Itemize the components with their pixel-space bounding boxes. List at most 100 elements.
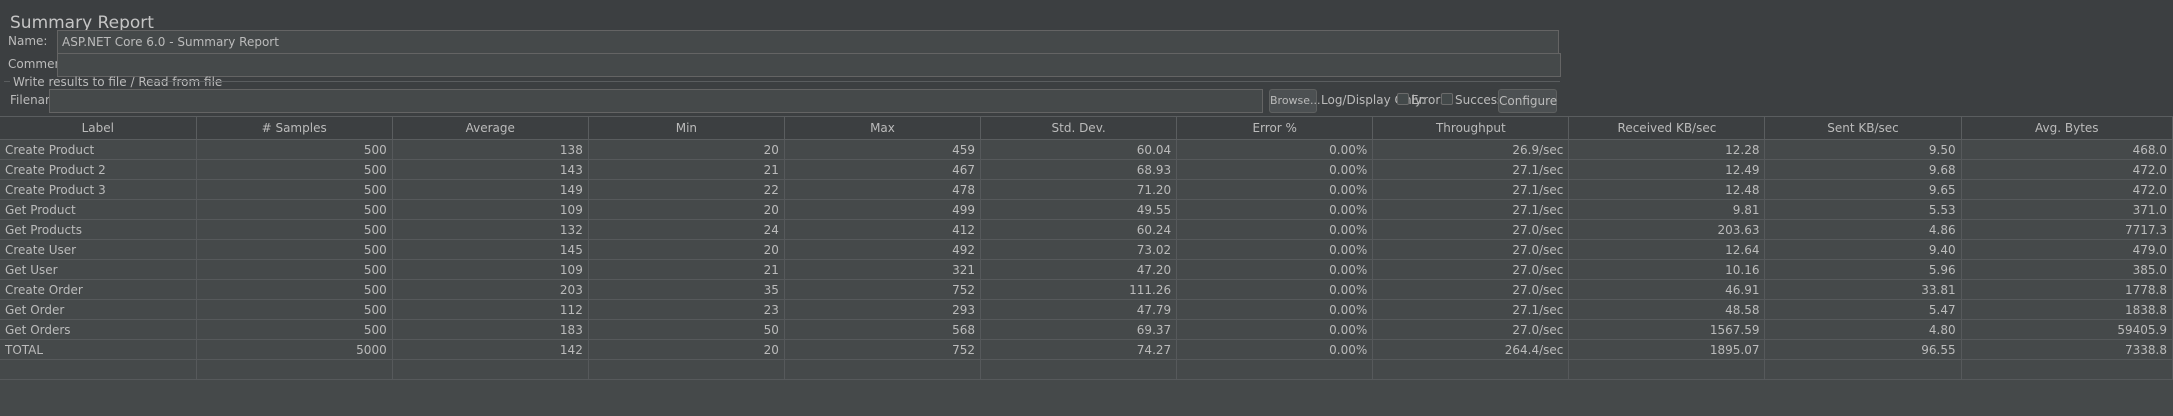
table-cell-empty xyxy=(980,359,1178,380)
table-cell: 499 xyxy=(784,199,982,220)
table-cell: 0.00% xyxy=(1176,179,1374,200)
table-cell: 145 xyxy=(392,239,589,260)
table-cell: 24 xyxy=(588,219,785,240)
table-cell: 132 xyxy=(392,219,589,240)
table-cell-empty xyxy=(1961,359,2173,380)
table-cell: 321 xyxy=(784,259,982,280)
table-cell: 752 xyxy=(784,339,982,360)
table-cell: 12.48 xyxy=(1568,179,1766,200)
table-cell: 50 xyxy=(588,319,785,340)
name-field[interactable]: ASP.NET Core 6.0 - Summary Report xyxy=(57,30,1559,54)
table-cell: 1838.8 xyxy=(1961,299,2173,320)
table-cell: 27.1/sec xyxy=(1372,179,1570,200)
table-cell-empty xyxy=(1176,359,1374,380)
errors-checkbox[interactable] xyxy=(1397,93,1409,105)
table-row[interactable]: Create Product 500 138 20 459 60.04 0.00% 26.9/… xyxy=(0,139,2173,160)
table-body: Create Product 500 138 20 459 60.04 0.00% 26.9/… xyxy=(0,139,2173,380)
table-cell: 371.0 xyxy=(1961,199,2173,220)
table-row[interactable]: Get Order 500 112 23 293 47.79 0.00% 27.1/sec 48… xyxy=(0,299,2173,320)
table-cell: 0.00% xyxy=(1176,279,1374,300)
table-cell: Get User xyxy=(0,259,197,280)
table-cell: 142 xyxy=(392,339,589,360)
table-cell: 500 xyxy=(196,239,393,260)
table-cell: 500 xyxy=(196,159,393,180)
successes-checkbox[interactable] xyxy=(1441,93,1453,105)
table-cell: Create Order xyxy=(0,279,197,300)
table-cell: 500 xyxy=(196,259,393,280)
table-cell: 96.55 xyxy=(1764,339,1962,360)
column-header-samples[interactable]: # Samples xyxy=(196,116,393,140)
column-header-max[interactable]: Max xyxy=(784,116,982,140)
column-header-std-dev[interactable]: Std. Dev. xyxy=(980,116,1178,140)
table-row[interactable]: Get Product 500 109 20 499 49.55 0.00% 27.1/sec… xyxy=(0,199,2173,220)
table-cell: 0.00% xyxy=(1176,299,1374,320)
table-cell: Create User xyxy=(0,239,197,260)
table-cell: 0.00% xyxy=(1176,159,1374,180)
table-cell: 5.47 xyxy=(1764,299,1962,320)
table-cell: 9.68 xyxy=(1764,159,1962,180)
column-header-min[interactable]: Min xyxy=(588,116,785,140)
table-cell-empty xyxy=(1764,359,1962,380)
table-cell: 21 xyxy=(588,259,785,280)
table-cell: 9.40 xyxy=(1764,239,1962,260)
table-row[interactable]: Create Order 500 203 35 752 111.26 0.00% 27.0/s… xyxy=(0,279,2173,300)
table-cell: 203 xyxy=(392,279,589,300)
table-cell-empty xyxy=(588,359,785,380)
table-cell: 27.0/sec xyxy=(1372,279,1570,300)
table-cell: 27.0/sec xyxy=(1372,319,1570,340)
table-cell: 467 xyxy=(784,159,982,180)
table-cell: 23 xyxy=(588,299,785,320)
table-cell: 138 xyxy=(392,139,589,160)
table-cell: 47.20 xyxy=(980,259,1178,280)
configure-button[interactable]: Configure xyxy=(1498,89,1557,113)
table-row[interactable]: TOTAL 5000 142 20 752 74.27 0.00% 264.4/sec 1895… xyxy=(0,339,2173,360)
fieldset-border-left xyxy=(4,81,10,82)
table-cell: 500 xyxy=(196,299,393,320)
table-cell: 20 xyxy=(588,199,785,220)
column-header-error-pct[interactable]: Error % xyxy=(1176,116,1374,140)
table-cell: 0.00% xyxy=(1176,319,1374,340)
table-cell: 0.00% xyxy=(1176,259,1374,280)
table-cell: 568 xyxy=(784,319,982,340)
column-header-average[interactable]: Average xyxy=(392,116,589,140)
table-cell: 0.00% xyxy=(1176,219,1374,240)
table-cell: 109 xyxy=(392,259,589,280)
table-cell: 68.93 xyxy=(980,159,1178,180)
table-cell: 9.50 xyxy=(1764,139,1962,160)
table-cell: 9.65 xyxy=(1764,179,1962,200)
column-header-avg-bytes[interactable]: Avg. Bytes xyxy=(1961,116,2173,140)
column-header-throughput[interactable]: Throughput xyxy=(1372,116,1570,140)
column-header-sent-kb[interactable]: Sent KB/sec xyxy=(1764,116,1962,140)
table-cell: Get Order xyxy=(0,299,197,320)
table-row[interactable]: Get Orders 500 183 50 568 69.37 0.00% 27.0/sec 1… xyxy=(0,319,2173,340)
table-cell: 49.55 xyxy=(980,199,1178,220)
table-cell: 35 xyxy=(588,279,785,300)
filename-field[interactable] xyxy=(49,89,1263,113)
table-row[interactable]: Create Product 2 500 143 21 467 68.93 0.00% 27.… xyxy=(0,159,2173,180)
table-cell: 183 xyxy=(392,319,589,340)
table-row[interactable]: Get User 500 109 21 321 47.20 0.00% 27.0/sec 10.… xyxy=(0,259,2173,280)
table-cell: Get Product xyxy=(0,199,197,220)
browse-button[interactable]: Browse... xyxy=(1269,89,1321,113)
table-cell: 10.16 xyxy=(1568,259,1766,280)
table-cell: 479.0 xyxy=(1961,239,2173,260)
table-cell-empty xyxy=(1372,359,1570,380)
results-table-container[interactable]: Label # Samples Average Min Max Std. Dev… xyxy=(0,116,2173,416)
table-cell-empty xyxy=(784,359,982,380)
column-header-received-kb[interactable]: Received KB/sec xyxy=(1568,116,1766,140)
table-cell: 143 xyxy=(392,159,589,180)
table-cell: 385.0 xyxy=(1961,259,2173,280)
table-cell: 500 xyxy=(196,179,393,200)
table-row[interactable]: Create Product 3 500 149 22 478 71.20 0.00% 27.… xyxy=(0,179,2173,200)
table-cell: 27.0/sec xyxy=(1372,239,1570,260)
table-cell: 20 xyxy=(588,339,785,360)
table-cell: TOTAL xyxy=(0,339,197,360)
comments-field[interactable] xyxy=(57,53,1561,77)
table-row[interactable]: Create User 500 145 20 492 73.02 0.00% 27.0/sec… xyxy=(0,239,2173,260)
table-cell: 12.28 xyxy=(1568,139,1766,160)
table-cell: 20 xyxy=(588,239,785,260)
column-header-label[interactable]: Label xyxy=(0,116,197,140)
table-row[interactable]: Get Products 500 132 24 412 60.24 0.00% 27.0/se… xyxy=(0,219,2173,240)
file-section-legend: Write results to file / Read from file xyxy=(13,75,223,89)
table-cell: 111.26 xyxy=(980,279,1178,300)
